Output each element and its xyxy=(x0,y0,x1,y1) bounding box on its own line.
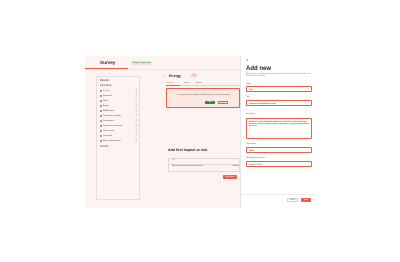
title-input[interactable]: Inefficient equipment usage xyxy=(246,100,312,106)
page: Survey Stage: Preparation Materiali Impo… xyxy=(0,0,400,262)
type-select[interactable]: Risk ⌄ xyxy=(246,86,312,92)
chevron-down-icon: ⌄ xyxy=(306,148,309,151)
cancel-button[interactable]: Cancel xyxy=(287,197,298,202)
panel-footer: Cancel Save xyxy=(241,194,316,208)
panel-description: Add an impact, risk or opportunity linke… xyxy=(246,74,311,77)
description-label: Description xyxy=(246,113,255,115)
description-value: Inefficient or poorly maintained equipme… xyxy=(249,120,310,128)
horizon-value: Short xyxy=(249,149,255,152)
panel-title: Add new xyxy=(246,66,271,72)
horizon-select[interactable]: Short ⌄ xyxy=(246,147,312,153)
chevron-down-icon: ⌄ xyxy=(306,87,309,90)
save-button[interactable]: Save xyxy=(301,197,311,202)
likelihood-value: Likely (>70%) xyxy=(249,163,263,166)
close-icon[interactable]: ✕ xyxy=(246,58,249,62)
title-value: Inefficient equipment usage xyxy=(249,102,276,105)
modal-backdrop[interactable] xyxy=(85,56,240,208)
likelihood-select[interactable]: Likely (>70%) ⌄ xyxy=(246,161,312,167)
chevron-down-icon: ⌄ xyxy=(306,162,309,165)
likelihood-label: Likelihood of occurrence xyxy=(246,157,266,159)
add-new-panel: ✕ Add new Add an impact, risk or opportu… xyxy=(240,56,316,208)
type-value: Risk xyxy=(249,88,254,91)
description-textarea[interactable]: Inefficient or poorly maintained equipme… xyxy=(246,118,312,139)
type-label: Type xyxy=(246,83,250,85)
horizon-label: Time horizon xyxy=(246,143,257,145)
title-label: Title xyxy=(246,96,250,98)
